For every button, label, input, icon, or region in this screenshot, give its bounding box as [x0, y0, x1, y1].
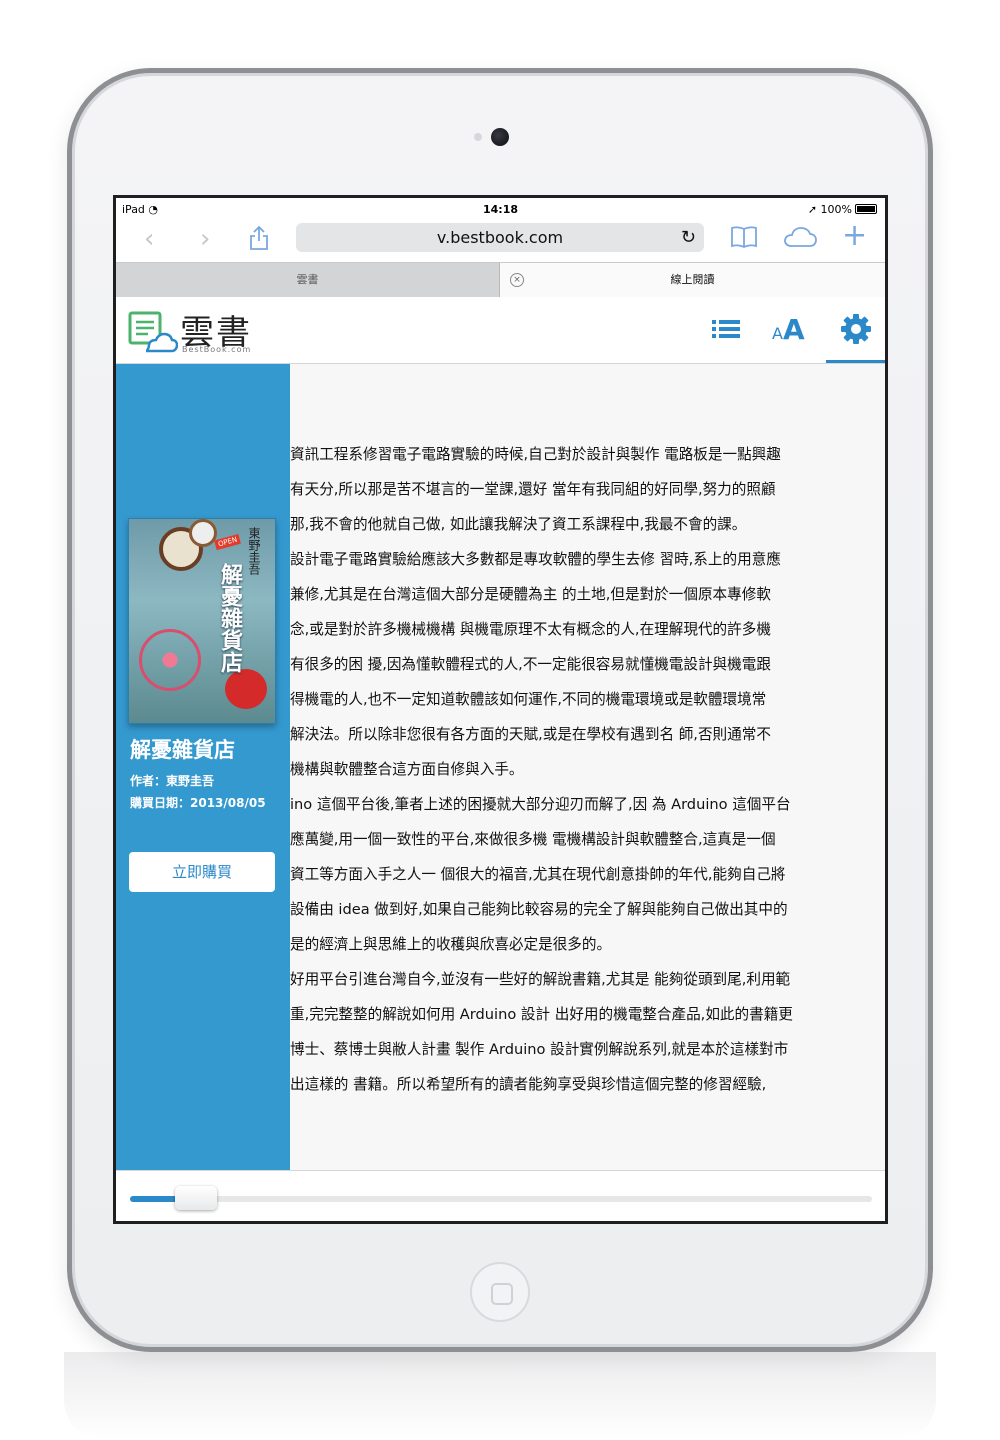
text-line: 兼修,尤其是在台灣這個大部分是硬體為主 的土地,但是對於一個原本專修軟 — [290, 586, 771, 603]
cover-badge: OPEN — [214, 533, 242, 551]
reading-text: 資訊工程系修習電子電路實驗的時候,自己對於設計與製作 電路板是一點興趣 有天分,所… — [290, 437, 793, 1102]
purchase-date: 購買日期：2013/08/05 — [130, 796, 266, 810]
book-cover[interactable]: OPEN 解憂雜貨店 東野圭吾 — [128, 518, 276, 724]
text-line: 博士、蔡博士與敝人計畫 製作 Arduino 設計實例解說系列,就是本於這樣對市 — [290, 1041, 789, 1058]
text-line: 機構與軟體整合這方面自修與入手。 — [290, 761, 524, 778]
device-reflection — [64, 1352, 936, 1440]
book-author: 作者：東野圭吾 — [130, 774, 215, 788]
browser-toolbar: ‹ › v.bestbook.com ↻ + — [116, 220, 885, 262]
home-button[interactable] — [470, 1262, 530, 1322]
browser-tabs: 雲書 × 線上閱讀 — [116, 262, 885, 298]
text-line: 設計電子電路實驗給應該大多數都是專攻軟體的學生去修 習時,系上的用意應 — [290, 551, 781, 568]
buy-now-button[interactable]: 立即購買 — [129, 852, 275, 892]
close-icon[interactable]: × — [510, 273, 524, 287]
text-line: 念,或是對於許多機械機構 與機電原理不太有概念的人,在理解現代的許多機 — [290, 621, 771, 638]
reading-pane[interactable]: 資訊工程系修習電子電路實驗的時候,自己對於設計與製作 電路板是一點興趣 有天分,所… — [290, 364, 885, 1170]
text-line: 得機電的人,也不一定知道軟體該如何運作,不同的機電環境或是軟體環境常 — [290, 691, 767, 708]
tab-online-reading[interactable]: × 線上閱讀 — [500, 263, 885, 297]
page-slider-bar — [116, 1170, 885, 1221]
app-header: 雲書 BestBook.com AA — [116, 297, 885, 364]
location-icon: ➚ — [807, 203, 818, 216]
text-line: ino 這個平台後,筆者上述的困擾就大部分迎刃而解了,因 為 Arduino 這… — [290, 796, 791, 813]
battery-icon — [855, 204, 877, 214]
book-title: 解憂雜貨店 — [130, 738, 235, 762]
chevron-left-icon[interactable]: ‹ — [144, 226, 154, 252]
text-line: 有很多的困 擾,因為懂軟體程式的人,不一定能很容易就懂機電設計與機電跟 — [290, 656, 771, 673]
plus-icon[interactable]: + — [842, 221, 867, 251]
light-sensor — [474, 133, 482, 141]
cover-clock-art — [189, 519, 217, 547]
text-line: 重,完完整整的解說如何用 Arduino 設計 出好用的機電整合產品,如此的書籍… — [290, 1006, 793, 1023]
status-bar: iPad ◔ 14:18 ➚ 100% — [116, 198, 885, 220]
cloud-icon[interactable] — [782, 226, 818, 253]
text-line: 資工等方面入手之人一 個很大的福音,尤其在現代創意掛帥的年代,能夠自己將 — [290, 866, 786, 883]
reload-icon[interactable]: ↻ — [681, 223, 696, 252]
text-line: 有天分,所以那是苦不堪言的一堂課,還好 當年有我同組的好同學,努力的照顧 — [290, 481, 776, 498]
gear-icon[interactable] — [840, 313, 872, 349]
text-line: 那,我不會的他就自己做, 如此讓我解決了資工系課程中,我最不會的課。 — [290, 516, 747, 533]
front-camera — [491, 128, 509, 146]
text-line: 出這樣的 書籍。所以希望所有的讀者能夠享受與珍惜這個完整的修習經驗, — [290, 1076, 767, 1093]
status-time: 14:18 — [482, 203, 518, 216]
active-tab-indicator — [826, 360, 885, 363]
font-size-icon[interactable]: AA — [772, 313, 805, 346]
chevron-right-icon[interactable]: › — [200, 226, 210, 252]
tab-label: 線上閱讀 — [670, 273, 715, 286]
page-slider-thumb[interactable] — [175, 1186, 217, 1210]
cover-author: 東野圭吾 — [247, 527, 261, 575]
text-line: 好用平台引進台灣自今,並沒有一些好的解說書籍,尤其是 能夠從頭到尾,利用範 — [290, 971, 791, 988]
text-line: 資訊工程系修習電子電路實驗的時候,自己對於設計與製作 電路板是一點興趣 — [290, 446, 781, 463]
text-line: 應萬變,用一個一致性的平台,來做很多機 電機構設計與軟體整合,這真是一個 — [290, 831, 776, 848]
cover-fan-art — [139, 629, 201, 691]
share-icon[interactable] — [248, 225, 270, 256]
book-info-panel: OPEN 解憂雜貨店 東野圭吾 解憂雜貨店 作者：東野圭吾 購買日期：2013/… — [116, 364, 290, 1170]
logo-subtitle: BestBook.com — [182, 345, 252, 354]
page-slider-track[interactable] — [130, 1196, 872, 1202]
cover-horn-art — [225, 669, 267, 709]
bestbook-logo-icon — [128, 311, 179, 357]
text-line: 是的經濟上與思維上的收穫與欣喜必定是很多的。 — [290, 936, 612, 953]
text-line: 解決法。所以除非您很有各方面的天賦,或是在學校有遇到名 師,否則通常不 — [290, 726, 771, 743]
battery-status: ➚ 100% — [808, 203, 877, 216]
text-line: 設備由 idea 做到好,如果自己能夠比較容易的完全了解與能夠自己做出其中的 — [290, 901, 788, 918]
list-icon[interactable] — [712, 319, 740, 343]
url-text: v.bestbook.com — [436, 228, 564, 247]
screen: iPad ◔ 14:18 ➚ 100% ‹ › v.bestbook.com ↻… — [113, 195, 888, 1224]
book-icon[interactable] — [730, 225, 758, 254]
cover-title: 解憂雜貨店 — [217, 563, 242, 673]
tab-label: 雲書 — [296, 273, 319, 286]
url-bar[interactable]: v.bestbook.com ↻ — [296, 223, 704, 252]
tab-yunshu[interactable]: 雲書 — [116, 263, 500, 297]
